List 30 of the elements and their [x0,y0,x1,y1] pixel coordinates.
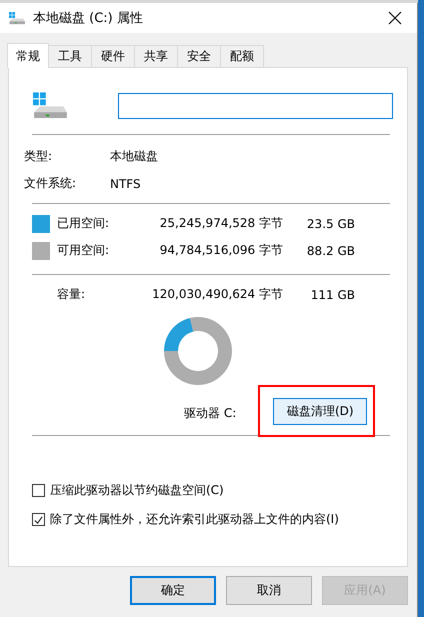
byte-count: 120,030,490,624 字节 [151,286,283,303]
checkbox[interactable] [32,484,45,497]
checkbox[interactable] [32,513,45,526]
close-icon [388,11,402,25]
field-value: NTFS [110,176,141,190]
field-label: 文件系统: [24,175,78,192]
tab[interactable]: 配额 [220,45,264,67]
field-value: 本地磁盘 [110,148,158,165]
drive-icon [9,12,26,24]
byte-count: 94,784,516,096 字节 [158,242,283,259]
name-field[interactable] [118,93,393,119]
used-space-slice [164,318,193,351]
disk-cleanup-button[interactable]: 磁盘清理(D) [273,398,368,425]
option-label: 压缩此驱动器以节约磁盘空间(C) [50,482,224,499]
space-label: 容量: [57,286,86,303]
space-label: 可用空间: [57,242,110,259]
dialog-button[interactable]: 确定 [130,576,216,605]
size-value: 23.5 GB [306,216,355,230]
option-label: 除了文件属性外，还允许索引此驱动器上文件的内容(I) [50,511,339,528]
drive-label: 驱动器 C: [184,405,236,422]
size-value: 111 GB [310,288,355,302]
window-title: 本地磁盘 (C:) 属性 [33,10,144,27]
field-label: 类型: [24,148,54,165]
byte-count: 25,245,974,528 字节 [158,215,283,232]
space-label: 已用空间: [57,215,110,232]
tab[interactable]: 常规 [7,43,49,68]
dialog-button[interactable]: 取消 [226,576,312,605]
drive-icon [33,92,68,120]
free-space-slice [164,317,232,385]
size-value: 88.2 GB [306,244,355,258]
